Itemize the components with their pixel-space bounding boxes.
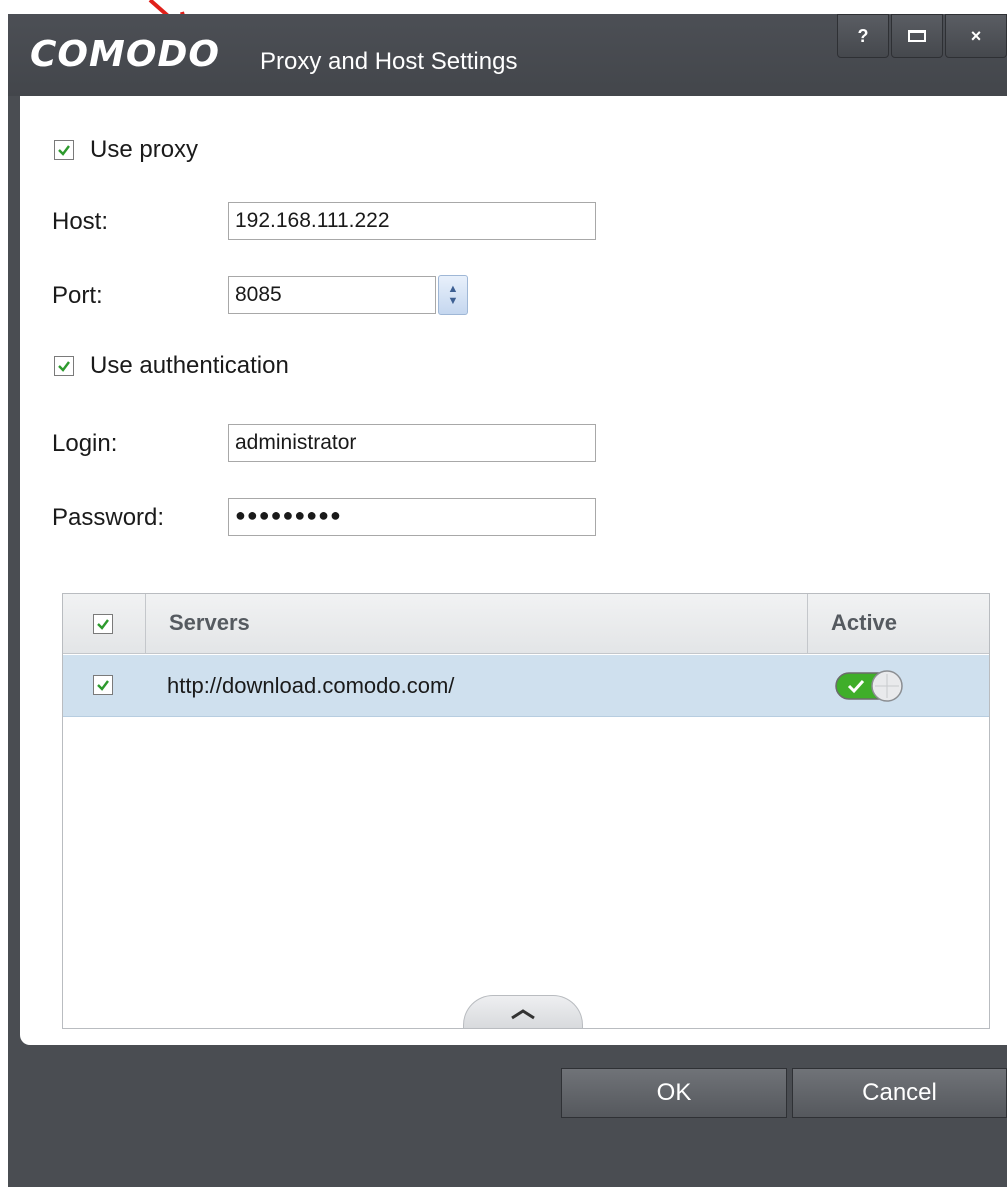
active-toggle[interactable]	[835, 670, 907, 702]
checkmark-icon	[58, 145, 70, 156]
column-divider	[807, 594, 808, 654]
dialog-title: Proxy and Host Settings	[260, 48, 518, 75]
table-row[interactable]: http://download.comodo.com/	[63, 655, 989, 717]
spin-up-icon[interactable]: ▲	[448, 283, 459, 295]
expand-button[interactable]	[463, 995, 583, 1028]
cancel-button[interactable]: Cancel	[792, 1068, 1007, 1118]
checkmark-icon	[97, 619, 109, 630]
active-column-header[interactable]: Active	[831, 610, 897, 636]
title-bar[interactable]: COMODO Proxy and Host Settings ? ×	[8, 14, 1007, 96]
port-input[interactable]	[228, 276, 436, 314]
port-stepper[interactable]: ▲ ▼	[438, 275, 468, 315]
checkmark-icon	[97, 680, 109, 691]
ok-button[interactable]: OK	[561, 1068, 787, 1118]
server-url: http://download.comodo.com/	[167, 673, 455, 698]
maximize-button[interactable]	[891, 14, 943, 58]
use-proxy-checkbox[interactable]	[54, 140, 74, 160]
servers-table: Servers Active http://download.comodo.co…	[62, 593, 990, 1029]
password-input[interactable]: ●●●●●●●●●	[228, 498, 596, 536]
chevron-up-icon	[511, 1008, 535, 1019]
comodo-logo: COMODO	[30, 34, 220, 75]
window-controls: ? ×	[835, 14, 1007, 58]
column-divider	[145, 594, 146, 654]
host-input[interactable]	[228, 202, 596, 240]
close-button[interactable]: ×	[945, 14, 1007, 58]
use-authentication-checkbox[interactable]	[54, 356, 74, 376]
port-label: Port:	[52, 282, 103, 309]
close-icon: ×	[970, 25, 982, 46]
host-label: Host:	[52, 208, 109, 235]
table-header: Servers Active	[63, 594, 989, 654]
maximize-icon	[908, 30, 926, 42]
use-authentication-label: Use authentication	[90, 352, 289, 379]
use-proxy-label: Use proxy	[90, 136, 199, 163]
login-input[interactable]	[228, 424, 596, 462]
spin-down-icon[interactable]: ▼	[448, 295, 459, 307]
question-icon: ?	[857, 25, 869, 46]
servers-column-header[interactable]: Servers	[169, 610, 250, 636]
row-checkbox[interactable]	[93, 675, 113, 695]
select-all-checkbox[interactable]	[93, 614, 113, 634]
checkmark-icon	[58, 361, 70, 372]
login-label: Login:	[52, 430, 118, 457]
password-label: Password:	[52, 504, 165, 531]
settings-panel: Use proxy Host: Port: ▲ ▼ Use authentica…	[20, 96, 1007, 1045]
proxy-settings-dialog: COMODO Proxy and Host Settings ? × Use p…	[8, 14, 1007, 1187]
help-button[interactable]: ?	[837, 14, 889, 58]
